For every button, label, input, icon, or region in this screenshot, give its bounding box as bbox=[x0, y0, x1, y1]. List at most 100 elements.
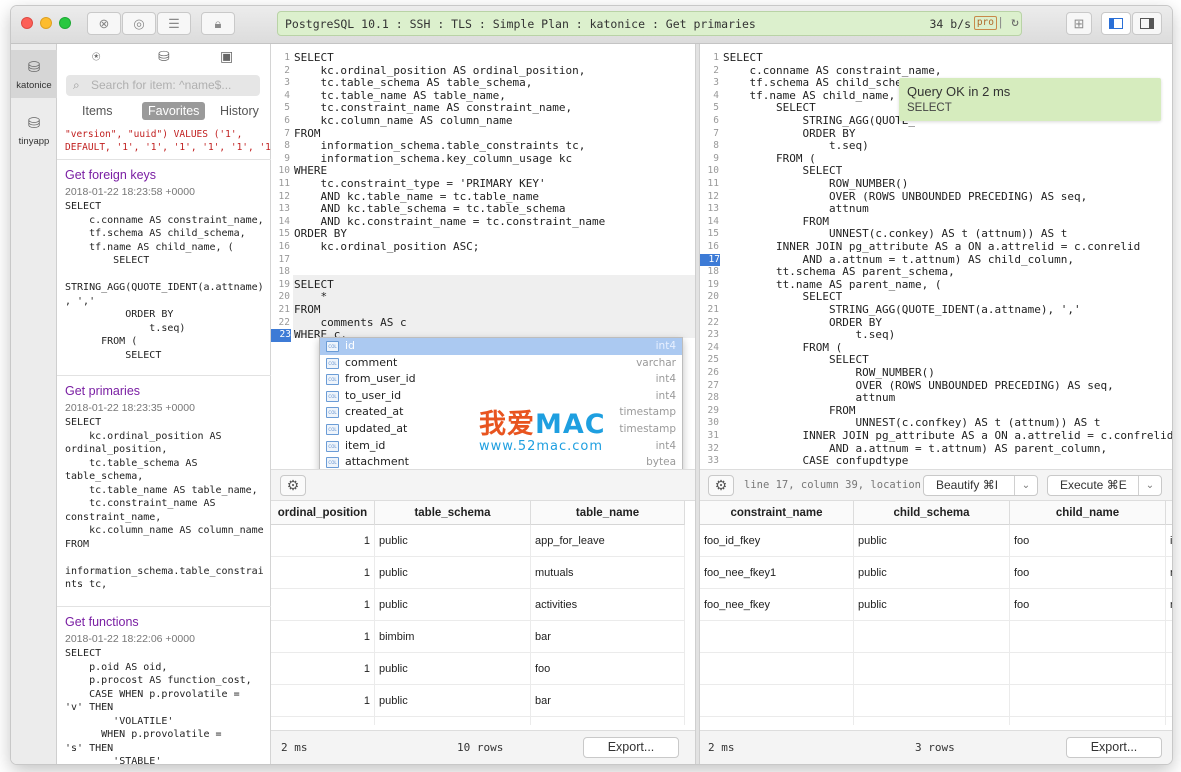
left-results-table[interactable]: ordinal_position table_schema table_name 1 p… bbox=[271, 501, 695, 725]
table-row[interactable]: 1 public foo bbox=[271, 653, 685, 685]
autocomplete-name: item_id bbox=[345, 438, 386, 452]
connection-katonice[interactable]: ⛁ katonice bbox=[11, 50, 57, 98]
export-button[interactable]: Export... bbox=[1066, 737, 1162, 758]
code-line: kc.column_name AS column_name bbox=[294, 114, 513, 127]
table-row[interactable]: 1publicbookings bbox=[271, 717, 685, 725]
table-cell: 1 bbox=[271, 653, 375, 685]
chevron-down-icon[interactable]: ⌄ bbox=[1138, 476, 1161, 495]
table-cell: public bbox=[375, 717, 531, 725]
zoom-window-button[interactable] bbox=[59, 17, 71, 29]
favorite-sql: SELECT kc.ordinal_position AS ordinal_po… bbox=[65, 417, 264, 590]
code-line: tf.schema AS child_schema, bbox=[723, 76, 922, 90]
favorite-item[interactable]: Get primaries 2018-01-22 18:23:35 +0000 … bbox=[57, 375, 271, 606]
favorite-item[interactable]: Get functions 2018-01-22 18:22:06 +0000 … bbox=[57, 606, 271, 764]
search-icon: ⌕ bbox=[73, 78, 80, 92]
sidebar-right-toggle-icon[interactable] bbox=[1132, 12, 1162, 35]
gear-icon[interactable]: ⚙ bbox=[280, 475, 306, 496]
autocomplete-item[interactable]: COL from_user_id int4 bbox=[320, 371, 682, 388]
line-number: 4 bbox=[284, 89, 290, 101]
left-results-footer: 2 ms 10 rows Export... bbox=[271, 730, 695, 764]
reload-icon[interactable]: ↻ bbox=[1011, 15, 1019, 30]
line-number: 28 bbox=[707, 392, 719, 404]
tab-history[interactable]: History bbox=[214, 102, 265, 120]
table-row[interactable] bbox=[700, 717, 1172, 725]
favorite-item[interactable]: Get foreign keys 2018-01-22 18:23:58 +00… bbox=[57, 159, 271, 375]
table-row[interactable] bbox=[700, 685, 1172, 717]
sidebar-left-toggle-icon[interactable] bbox=[1101, 12, 1131, 35]
table-row[interactable] bbox=[700, 653, 1172, 685]
execute-button[interactable]: Execute ⌘E ⌄ bbox=[1047, 475, 1162, 496]
autocomplete-type: timestamp bbox=[619, 423, 676, 435]
table-row[interactable]: foo_nee_fkeypublicfoon bbox=[700, 589, 1172, 621]
line-number: 3 bbox=[284, 77, 290, 89]
line-number: 2 bbox=[713, 64, 719, 76]
table-row[interactable]: 1 public activities bbox=[271, 589, 685, 621]
column-header[interactable]: child_schema bbox=[854, 501, 1010, 525]
table-cell: public bbox=[854, 557, 1010, 589]
export-button[interactable]: Export... bbox=[583, 737, 679, 758]
close-window-button[interactable] bbox=[21, 17, 33, 29]
right-results-footer: 2 ms 3 rows Export... bbox=[700, 730, 1172, 764]
table-row[interactable]: 1 public mutuals bbox=[271, 557, 685, 589]
right-results-table[interactable]: constraint_name child_schema child_name foo… bbox=[700, 501, 1172, 725]
table-cell: public bbox=[854, 589, 1010, 621]
code-line: kc.ordinal_position ASC; bbox=[294, 240, 480, 253]
column-header[interactable]: ordinal_position bbox=[271, 501, 375, 525]
autocomplete-name: updated_at bbox=[345, 422, 408, 435]
line-number: 33 bbox=[707, 455, 719, 467]
code-line: tt.schema AS parent_schema, bbox=[723, 265, 955, 279]
column-icon: COL bbox=[326, 457, 339, 469]
table-cell bbox=[700, 621, 854, 653]
table-cell: bimbim bbox=[375, 621, 531, 653]
table-cell bbox=[1166, 685, 1172, 717]
table-cell bbox=[1166, 621, 1172, 653]
line-number: 31 bbox=[707, 430, 719, 441]
terminal-icon[interactable]: ▣ bbox=[220, 48, 233, 65]
line-number: 15 bbox=[707, 228, 719, 240]
table-cell: bar bbox=[531, 621, 685, 653]
table-cell bbox=[1010, 685, 1166, 717]
column-header[interactable]: child_name bbox=[1010, 501, 1166, 525]
connection-tinyapp[interactable]: ⛁ tinyapp bbox=[11, 106, 57, 154]
chevron-down-icon[interactable]: ⌄ bbox=[1014, 476, 1037, 495]
table-cell bbox=[700, 717, 854, 725]
connections-bar: ⛁ katonice ⛁ tinyapp bbox=[11, 44, 57, 764]
line-number: 21 bbox=[707, 304, 719, 315]
tab-items[interactable]: Items bbox=[76, 102, 119, 120]
table-row[interactable]: 1 public bar bbox=[271, 685, 685, 717]
table-cell: public bbox=[375, 557, 531, 589]
transfer-rate: 34 b/s bbox=[929, 17, 971, 31]
stop-query-icon[interactable]: ⊗ bbox=[87, 12, 121, 35]
tab-favorites[interactable]: Favorites bbox=[142, 102, 206, 120]
lock-icon[interactable]: 🔒︎ bbox=[201, 12, 235, 35]
table-cell: foo bbox=[531, 653, 685, 685]
line-number: 9 bbox=[284, 152, 290, 164]
minimize-window-button[interactable] bbox=[40, 17, 52, 29]
preview-eye-icon[interactable]: ◎ bbox=[122, 12, 156, 35]
connection-status-bar: PostgreSQL 10.1 : SSH : TLS : Simple Pla… bbox=[277, 11, 1022, 36]
line-number: 8 bbox=[284, 140, 290, 152]
row-count: 10 rows bbox=[457, 741, 504, 754]
table-row[interactable]: 1 bimbim bar bbox=[271, 621, 685, 653]
list-lines-icon[interactable]: ☰ bbox=[157, 12, 191, 35]
column-header[interactable]: table_schema bbox=[375, 501, 531, 525]
gear-icon[interactable]: ⚙ bbox=[708, 475, 734, 496]
table-row[interactable] bbox=[700, 621, 1172, 653]
beautify-button[interactable]: Beautify ⌘I ⌄ bbox=[923, 475, 1038, 496]
database-icon[interactable]: ⛁ bbox=[158, 48, 170, 65]
autocomplete-item[interactable]: COL id int4 bbox=[320, 338, 682, 355]
table-row[interactable]: 1 public app_for_leave bbox=[271, 525, 685, 557]
table-cell: n bbox=[1166, 589, 1172, 621]
column-header[interactable]: constraint_name bbox=[700, 501, 854, 525]
plugin-icon[interactable]: ⍟ bbox=[92, 48, 100, 65]
table-row[interactable]: foo_id_fkeypublicfooid bbox=[700, 525, 1172, 557]
table-row[interactable]: foo_nee_fkey1publicfoon bbox=[700, 557, 1172, 589]
search-input[interactable]: ⌕ Search for item: ^name$... bbox=[66, 75, 260, 96]
column-header[interactable]: table_name bbox=[531, 501, 685, 525]
grid-layout-icon[interactable]: ⊞ bbox=[1066, 12, 1092, 35]
autocomplete-item[interactable]: COL comment varchar bbox=[320, 355, 682, 372]
code-line: information_schema.table_constraints tc, bbox=[294, 139, 586, 153]
line-number: 11 bbox=[278, 178, 290, 189]
column-icon: COL bbox=[326, 357, 339, 369]
line-number: 23 bbox=[707, 329, 719, 341]
